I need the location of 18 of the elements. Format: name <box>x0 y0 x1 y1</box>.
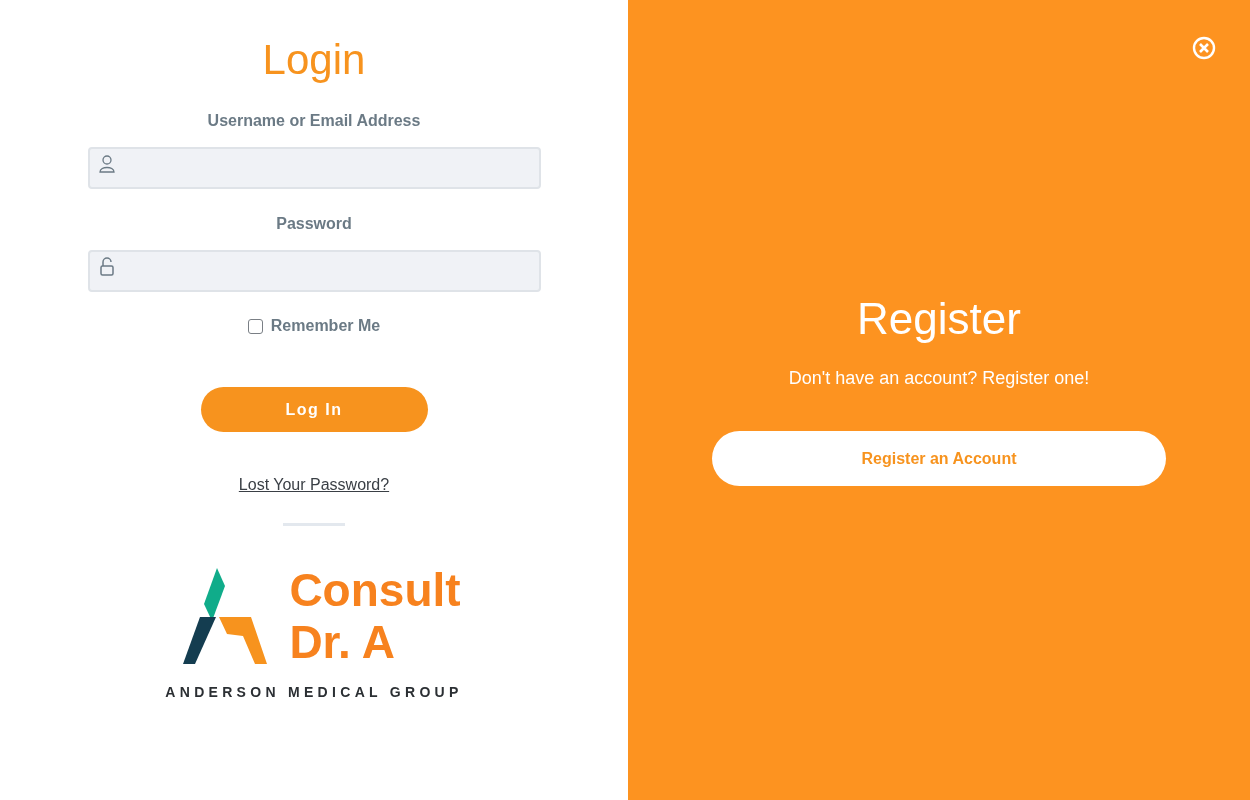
close-icon[interactable] <box>1192 36 1216 60</box>
register-button[interactable]: Register an Account <box>712 431 1166 486</box>
login-title: Login <box>262 36 366 84</box>
lost-password-link[interactable]: Lost Your Password? <box>238 476 390 494</box>
register-text: Don't have an account? Register one! <box>788 368 1090 389</box>
password-field[interactable] <box>87 250 541 292</box>
register-title: Register <box>857 294 1021 344</box>
logo-tagline: ANDERSON MEDICAL GROUP <box>165 684 463 700</box>
unlocked-padlock-icon <box>97 257 116 277</box>
checkbox-label: Remember Me <box>270 317 381 335</box>
remember-checkbox[interactable] <box>247 318 263 334</box>
field-label: Username or Email Address <box>207 112 421 130</box>
user-icon <box>97 154 116 174</box>
login-button[interactable]: Log In <box>200 387 428 432</box>
logo-text: Dr. A <box>289 616 397 668</box>
username-field[interactable] <box>87 147 541 189</box>
logo-text: Consult <box>289 564 461 616</box>
field-label: Password <box>276 215 352 233</box>
